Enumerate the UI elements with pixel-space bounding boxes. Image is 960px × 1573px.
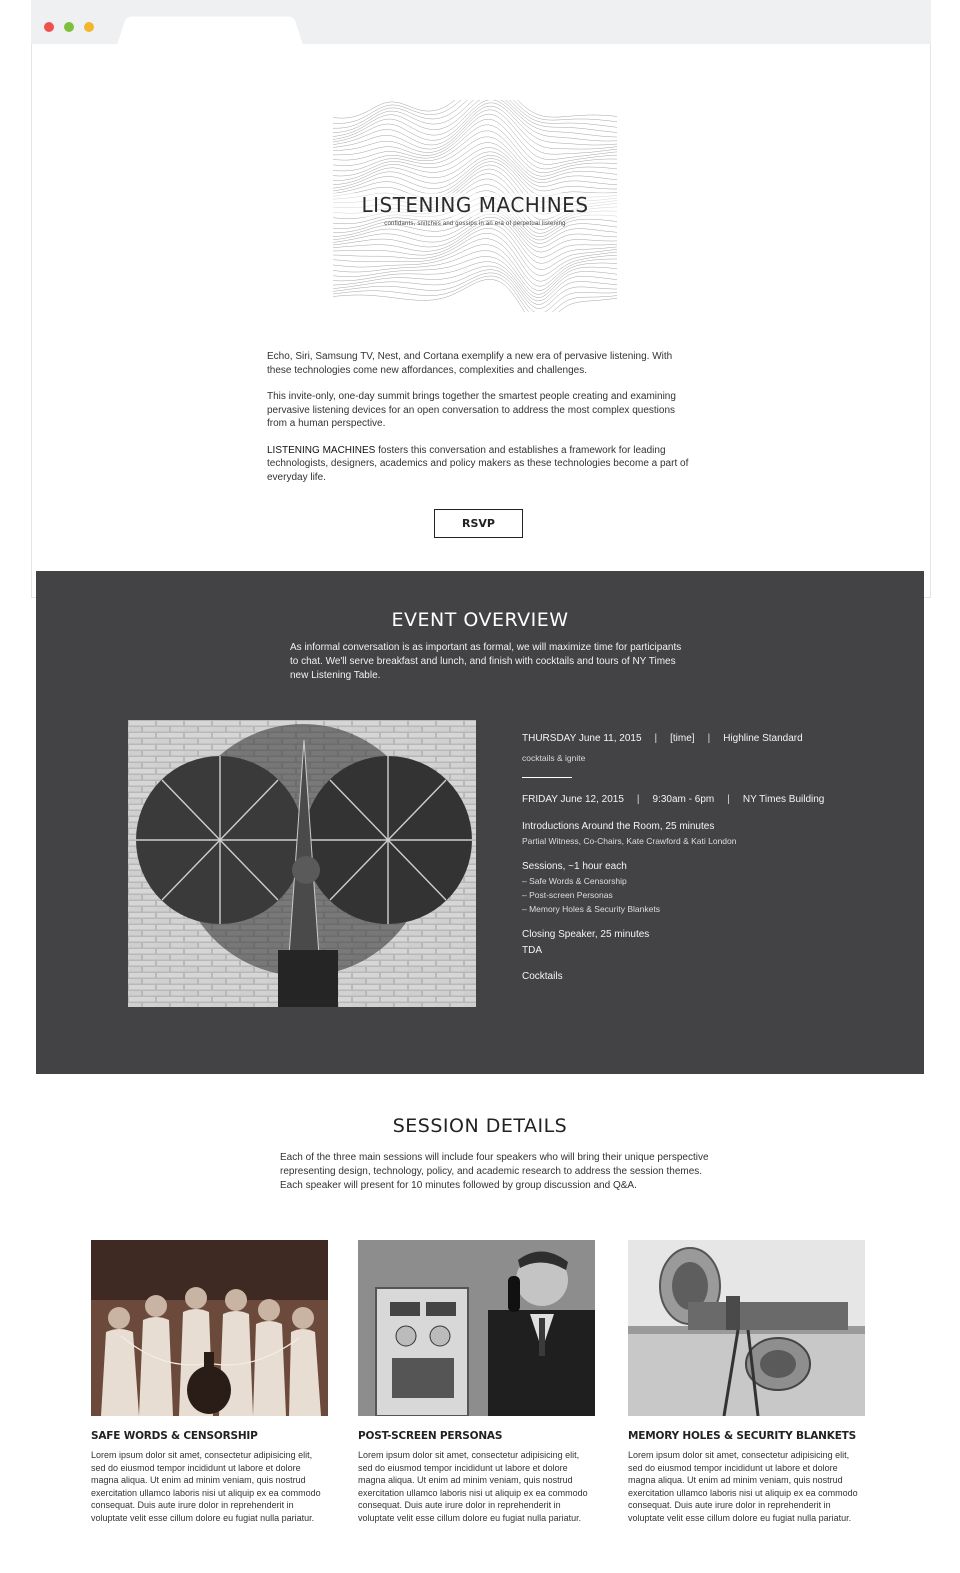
wave-line [333, 250, 617, 295]
intro-paragraph: Echo, Siri, Samsung TV, Nest, and Cortan… [267, 351, 673, 376]
hero-title: LISTENING MACHINES [333, 193, 617, 217]
closing-title: Closing Speaker, 25 minutes [522, 929, 650, 940]
wave-line [333, 279, 617, 312]
wave-line [333, 118, 617, 165]
section-description: As informal conversation is as important… [290, 642, 682, 681]
section-description: Each of the three main sessions will inc… [280, 1152, 709, 1191]
divider: | [636, 793, 640, 805]
acoustic-locator-photo [128, 720, 476, 1007]
friday-venue: NY Times Building [742, 793, 825, 805]
card-body: Lorem ipsum dolor sit amet, consectetur … [91, 1450, 321, 1523]
sound-locator-photo [628, 1240, 865, 1416]
event-overview-section: EVENT OVERVIEW As informal conversation … [36, 571, 924, 1074]
sessions-title: Sessions, ~1 hour each [522, 861, 627, 872]
wave-line [333, 113, 617, 160]
schedule: THURSDAY June 11, 2015 | [time] | Highli… [522, 731, 902, 984]
wave-line [333, 100, 617, 119]
acoustic-locator-illustration [128, 720, 476, 1007]
sound-locator-illustration [628, 1240, 865, 1416]
closing-speaker: TDA [522, 945, 542, 956]
thursday-date: THURSDAY June 11, 2015 [522, 732, 642, 744]
telephone-group-photo [91, 1240, 328, 1416]
closing-block: Closing Speaker, 25 minutes TDA [522, 928, 902, 958]
thursday-time: [time] [670, 732, 695, 744]
card-title: MEMORY HOLES & SECURITY BLANKETS [628, 1430, 856, 1442]
divider: | [727, 793, 730, 805]
divider: | [707, 732, 711, 744]
thursday-venue: Highline Standard [723, 732, 803, 744]
card-body: Lorem ipsum dolor sit amet, consectetur … [358, 1450, 588, 1523]
sessions-block: Sessions, ~1 hour each – Safe Words & Ce… [522, 860, 902, 916]
section-title: EVENT OVERVIEW [391, 609, 569, 631]
divider: | [654, 732, 658, 744]
man-on-phone-photo [358, 1240, 595, 1416]
browser-toolbar [31, 0, 931, 45]
card-body: Lorem ipsum dolor sit amet, consectetur … [628, 1450, 858, 1523]
man-on-phone-illustration [358, 1240, 595, 1416]
brand-name: LISTENING MACHINES [267, 444, 376, 456]
wave-line [333, 269, 617, 309]
browser-tab[interactable] [117, 16, 303, 45]
session-card-memory-holes: MEMORY HOLES & SECURITY BLANKETS Lorem i… [628, 1240, 865, 1524]
wave-line [333, 261, 617, 302]
friday-date: FRIDAY June 12, 2015 [522, 793, 624, 805]
friday-time: 9:30am - 6pm [652, 793, 715, 805]
session-card-safe-words: SAFE WORDS & CENSORSHIP Lorem ipsum dolo… [91, 1240, 328, 1524]
wave-line [333, 142, 617, 180]
intro-paragraph: This invite-only, one-day summit brings … [267, 391, 676, 429]
intro-session-people: Partial Witness, Co-Chairs, Kate Crawfor… [522, 836, 737, 846]
wave-line [333, 238, 617, 287]
close-window-button[interactable] [44, 22, 54, 32]
session-item: – Memory Holes & Security Blankets [522, 904, 660, 914]
thursday-row: THURSDAY June 11, 2015 | [time] | Highli… [522, 731, 902, 745]
wave-line [333, 158, 617, 197]
card-title: POST-SCREEN PERSONAS [358, 1430, 503, 1442]
maximize-window-button[interactable] [84, 22, 94, 32]
session-item: – Post-screen Personas [522, 890, 613, 900]
wave-line [333, 265, 617, 305]
wave-line [333, 272, 617, 312]
wave-line [333, 155, 617, 192]
hero-tagline: confidants, snitches and gossips in an e… [384, 221, 566, 227]
rsvp-button[interactable]: RSVP [434, 509, 523, 538]
wave-line [333, 275, 617, 312]
minimize-window-button[interactable] [64, 22, 74, 32]
intro-text: Echo, Siri, Samsung TV, Nest, and Cortan… [267, 350, 697, 497]
thursday-note: cocktails & ignite [522, 753, 586, 763]
session-card-post-screen: POST-SCREEN PERSONAS Lorem ipsum dolor s… [358, 1240, 595, 1524]
intro-paragraph: LISTENING MACHINES fosters this conversa… [267, 444, 697, 485]
wave-line [333, 100, 617, 138]
intro-block: Introductions Around the Room, 25 minute… [522, 820, 902, 848]
intro-session-title: Introductions Around the Room, 25 minute… [522, 821, 715, 832]
friday-row: FRIDAY June 12, 2015 | 9:30am - 6pm | NY… [522, 792, 902, 806]
wave-line [333, 100, 617, 133]
card-title: SAFE WORDS & CENSORSHIP [91, 1430, 258, 1442]
cocktails-label: Cocktails [522, 971, 563, 982]
schedule-divider [522, 777, 572, 778]
session-item: – Safe Words & Censorship [522, 876, 627, 886]
wave-line [333, 244, 617, 291]
section-title: SESSION DETAILS [392, 1115, 568, 1137]
telephone-group-illustration [91, 1240, 328, 1416]
